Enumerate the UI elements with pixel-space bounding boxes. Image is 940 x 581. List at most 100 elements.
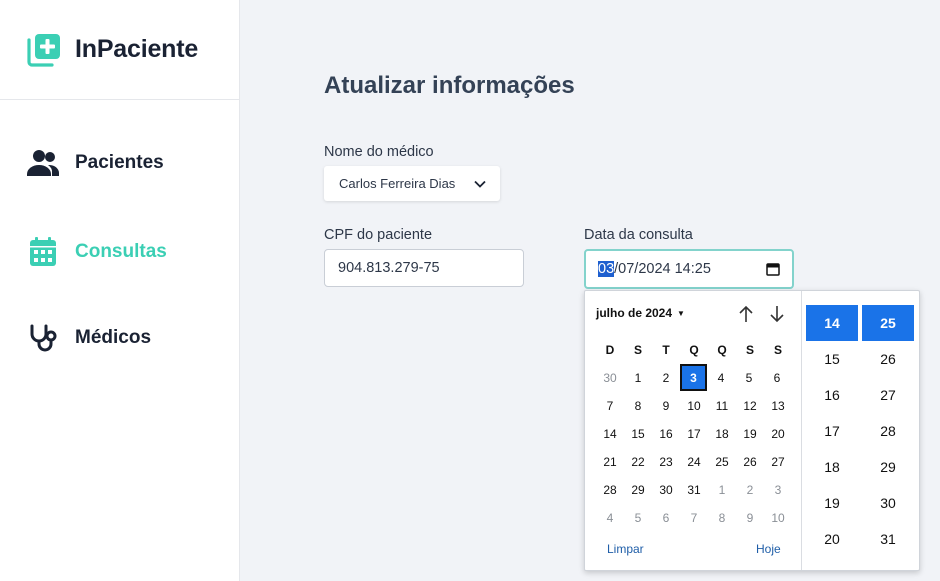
sidebar-item-pacientes[interactable]: Pacientes [26,146,164,180]
weekday-header: Q [717,343,727,357]
calendar-day[interactable]: 9 [652,392,680,420]
weekday-header: S [745,343,754,357]
sidebar: InPaciente Pacientes Consultas Médicos [0,0,240,581]
calendar-day[interactable]: 24 [680,448,708,476]
minutes-column: 25 26 27 28 29 30 31 [862,305,914,557]
calendar-day-selected[interactable]: 3 [680,364,707,391]
sidebar-item-medicos[interactable]: Médicos [26,321,151,355]
hour-option[interactable]: 19 [806,485,858,521]
calendar-day[interactable]: 20 [764,420,792,448]
date-rest-value: /07/2024 14:25 [614,261,711,277]
minute-option[interactable]: 26 [862,341,914,377]
month-selector[interactable]: julho de 2024 ▼ [596,306,685,320]
calendar-day[interactable]: 1 [708,476,736,504]
brand-name: InPaciente [75,35,199,63]
calendar-day[interactable]: 6 [652,504,680,532]
calendar-day[interactable]: 10 [764,504,792,532]
calendar-day[interactable]: 30 [652,476,680,504]
medico-label: Nome do médico [324,144,434,160]
date-day-segment[interactable]: 03 [598,261,615,277]
medico-select[interactable]: Carlos Ferreira Dias [324,166,500,201]
calendar-day[interactable]: 2 [652,364,680,392]
calendar-picker-icon[interactable] [766,262,780,276]
calendar-day[interactable]: 14 [596,420,624,448]
weekday-header: S [633,343,642,357]
minute-option[interactable]: 27 [862,377,914,413]
calendar-day[interactable]: 11 [708,392,736,420]
weekday-header: S [773,343,782,357]
medical-logo-icon [27,33,60,67]
calendar-day[interactable]: 4 [707,364,735,392]
calendar-day[interactable]: 7 [596,392,624,420]
calendar-day[interactable]: 31 [680,476,708,504]
cpf-input[interactable]: 904.813.279-75 [324,249,524,287]
calendar-week: 4 5 6 7 8 9 10 [596,504,792,532]
calendar-day[interactable]: 28 [596,476,624,504]
hour-option[interactable]: 18 [806,449,858,485]
data-label: Data da consulta [584,227,693,243]
clear-button[interactable]: Limpar [607,542,644,556]
calendar-day[interactable]: 15 [624,420,652,448]
minute-option[interactable]: 28 [862,413,914,449]
sidebar-item-label: Consultas [75,241,167,262]
datetime-picker: julho de 2024 ▼ D S T Q Q S S 30 1 2 3 4 5 6 7 8 9 10 11 12… [584,290,920,571]
calendar-day[interactable]: 23 [652,448,680,476]
hour-option[interactable]: 16 [806,377,858,413]
calendar-day[interactable]: 29 [624,476,652,504]
calendar-day[interactable]: 4 [596,504,624,532]
weekday-header: Q [689,343,699,357]
calendar-day[interactable]: 30 [596,364,624,392]
calendar-day[interactable]: 26 [736,448,764,476]
calendar-grid: D S T Q Q S S 30 1 2 3 4 5 6 7 8 9 10 11 12 13 14 15 16 17 18 19 20… [596,336,792,532]
calendar-day[interactable]: 7 [680,504,708,532]
calendar-day[interactable]: 25 [708,448,736,476]
month-label: julho de 2024 [596,306,673,320]
calendar-day[interactable]: 13 [764,392,792,420]
hour-option[interactable]: 20 [806,521,858,557]
cpf-label: CPF do paciente [324,227,433,243]
minute-option[interactable]: 29 [862,449,914,485]
calendar-week: 21 22 23 24 25 26 27 [596,448,792,476]
calendar-day[interactable]: 2 [736,476,764,504]
calendar-day[interactable]: 8 [708,504,736,532]
previous-month-arrow-icon[interactable] [736,304,756,324]
calendar-day[interactable]: 18 [708,420,736,448]
calendar-day[interactable]: 5 [735,364,763,392]
hours-column: 14 15 16 17 18 19 20 [806,305,858,557]
calendar-icon [26,235,60,269]
users-icon [26,146,60,180]
sidebar-item-label: Médicos [75,327,152,348]
calendar-day[interactable]: 16 [652,420,680,448]
page-title: Atualizar informações [324,72,575,99]
calendar-day[interactable]: 6 [763,364,791,392]
sidebar-item-consultas[interactable]: Consultas [26,235,167,269]
hour-option[interactable]: 15 [806,341,858,377]
calendar-day[interactable]: 27 [764,448,792,476]
calendar-panel: julho de 2024 ▼ D S T Q Q S S 30 1 2 3 4 5 6 7 8 9 10 11 12… [585,291,802,570]
calendar-day[interactable]: 5 [624,504,652,532]
hour-option[interactable]: 14 [806,305,858,341]
minute-option[interactable]: 30 [862,485,914,521]
calendar-day[interactable]: 22 [624,448,652,476]
today-button[interactable]: Hoje [756,542,781,556]
hour-option[interactable]: 17 [806,413,858,449]
calendar-day[interactable]: 9 [736,504,764,532]
calendar-day[interactable]: 12 [736,392,764,420]
calendar-day[interactable]: 8 [624,392,652,420]
calendar-day[interactable]: 10 [680,392,708,420]
calendar-day[interactable]: 21 [596,448,624,476]
minute-option[interactable]: 31 [862,521,914,557]
calendar-day[interactable]: 17 [680,420,708,448]
minute-option[interactable]: 25 [862,305,914,341]
calendar-day[interactable]: 3 [764,476,792,504]
caret-down-icon: ▼ [677,308,685,318]
chevron-down-icon [474,180,486,188]
stethoscope-icon [26,321,60,355]
calendar-week: 30 1 2 3 4 5 6 [596,364,792,392]
calendar-week: 28 29 30 31 1 2 3 [596,476,792,504]
next-month-arrow-icon[interactable] [767,304,787,324]
calendar-day[interactable]: 19 [736,420,764,448]
calendar-day[interactable]: 1 [624,364,652,392]
sidebar-item-label: Pacientes [75,152,164,173]
date-input[interactable]: 03/07/2024 14:25 [584,249,794,289]
